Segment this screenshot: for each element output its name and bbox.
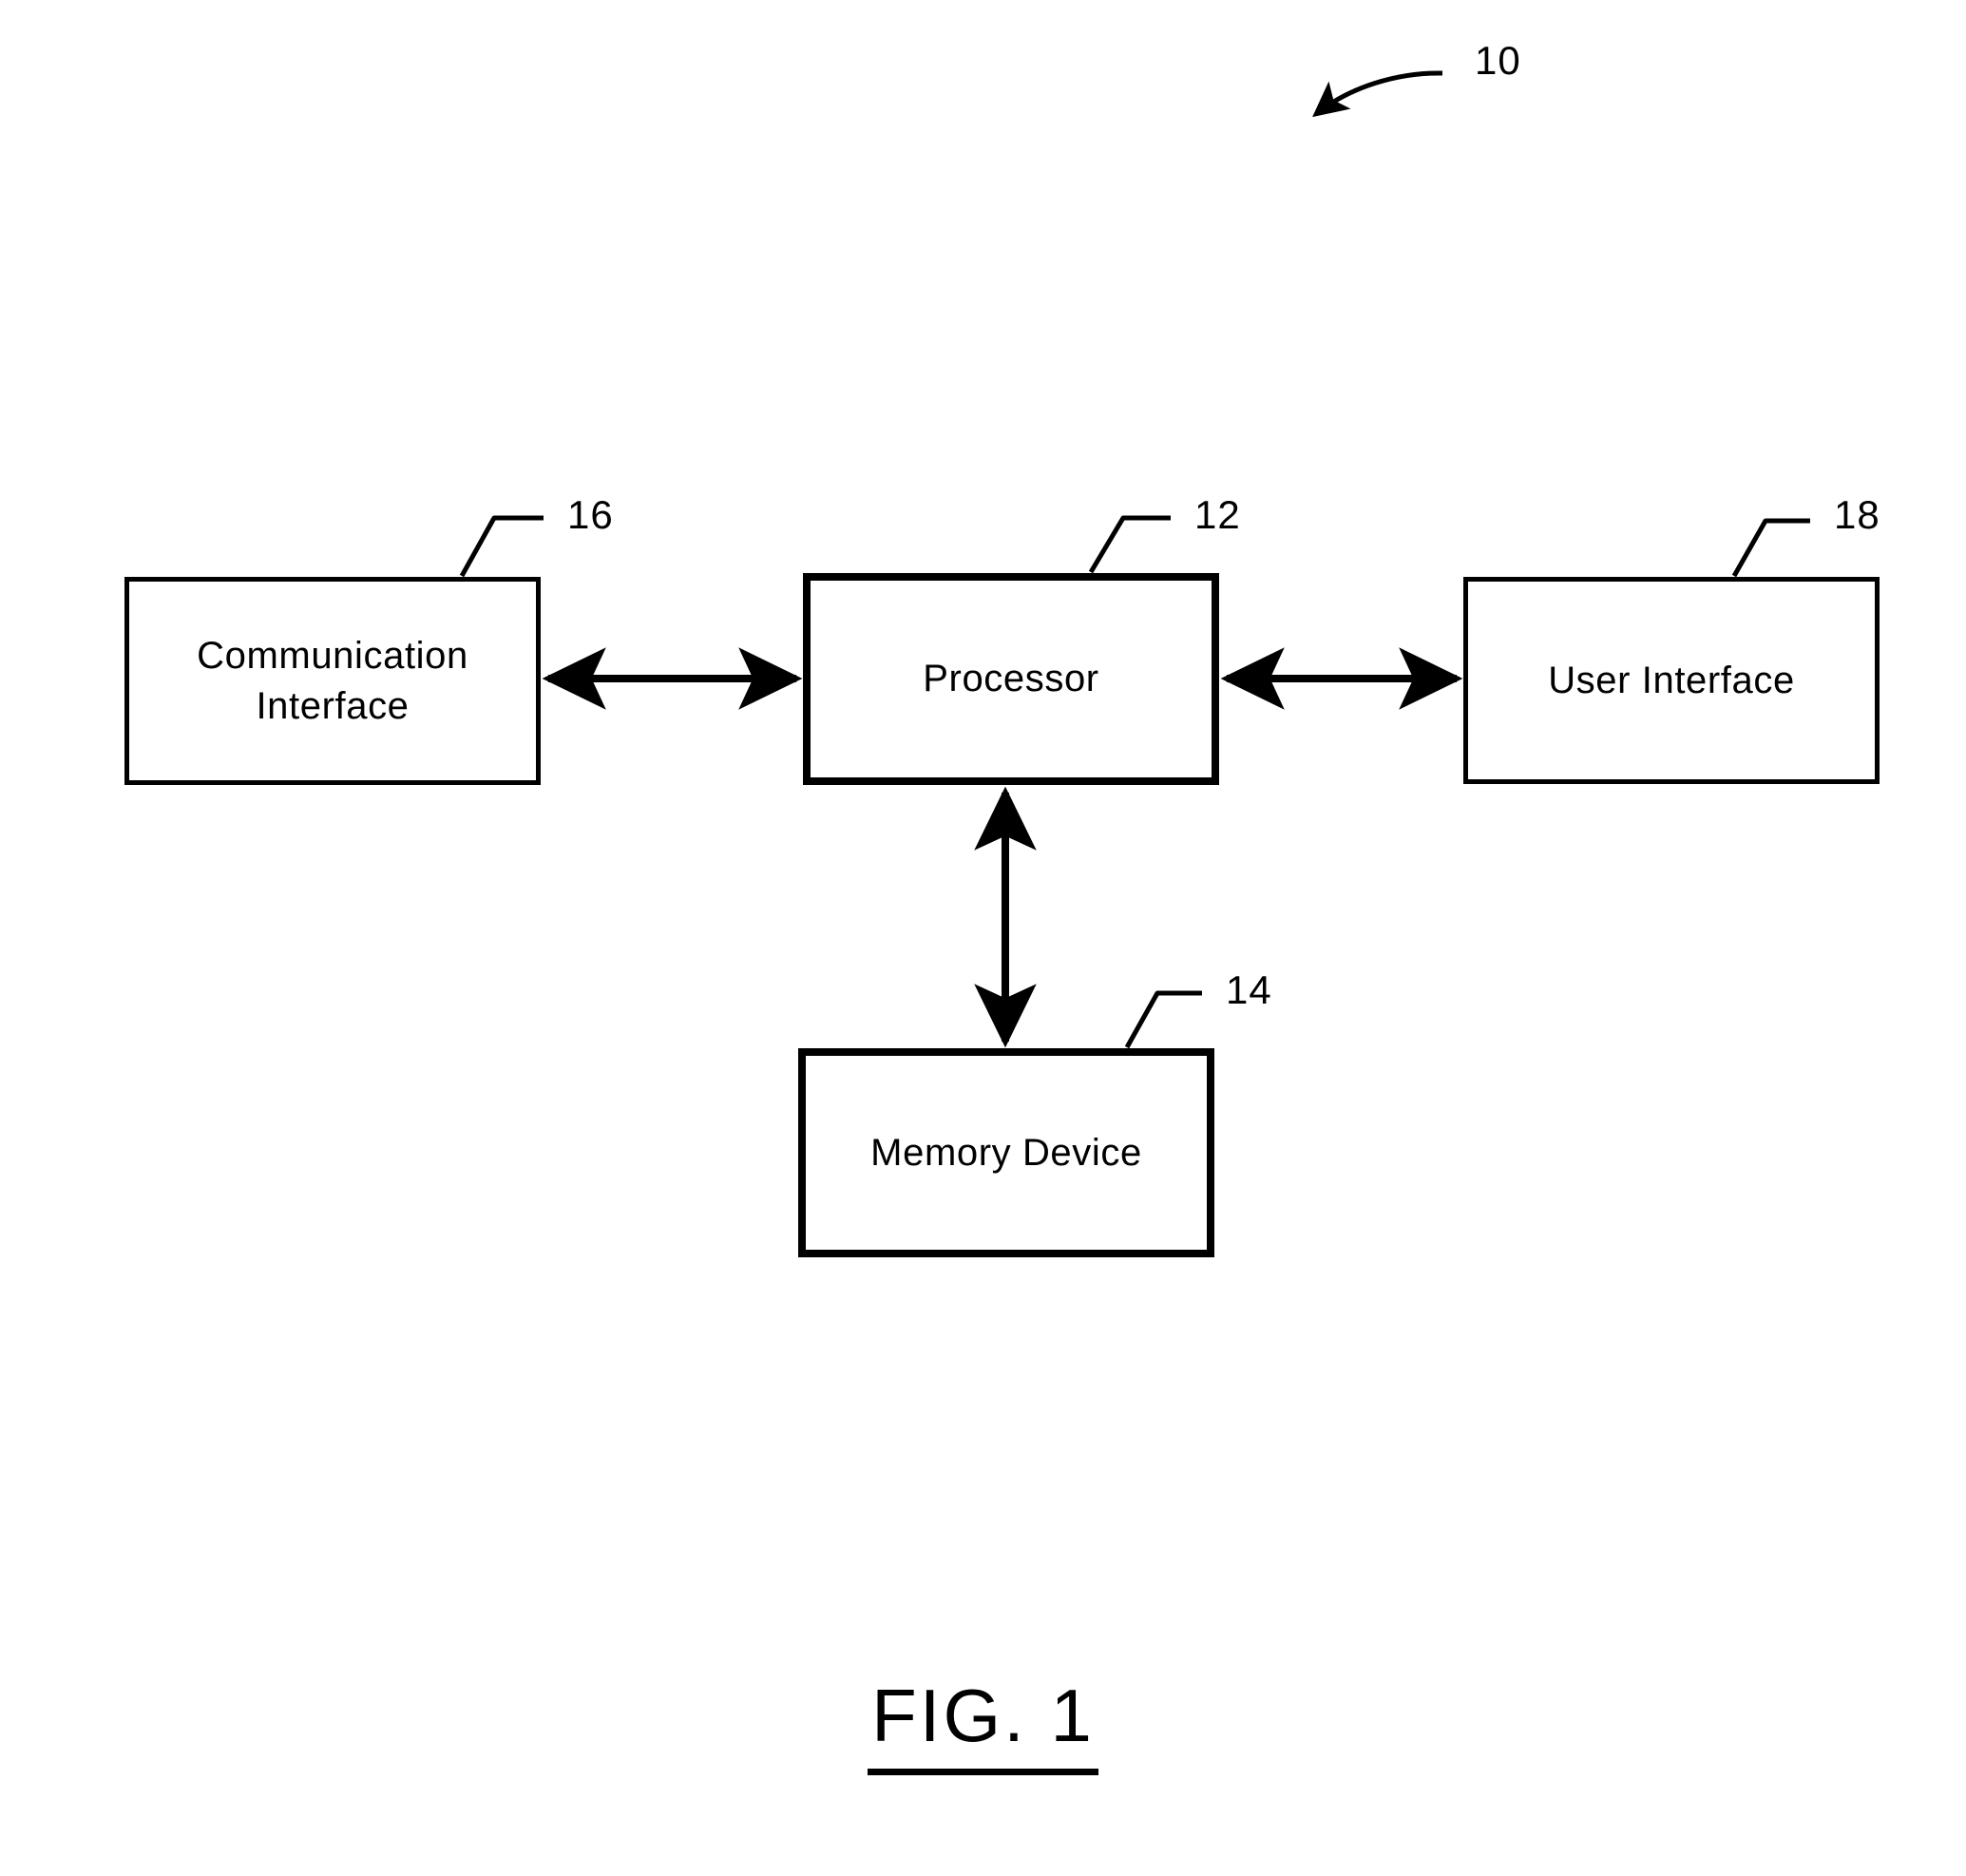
reference-number-10: 10 [1475,38,1521,83]
figure-vector-layer [459,70,1810,1049]
leader-line-16 [459,515,544,578]
node-label-memory-device: Memory Device [870,1131,1142,1174]
node-communication-interface[interactable]: Communication Interface [124,577,541,785]
leader-line-18 [1731,518,1810,578]
node-label-communication-interface: Communication Interface [197,634,468,727]
figure-caption: FIG. 1 [0,1673,1966,1775]
reference-number-16: 16 [567,492,614,537]
node-label-user-interface: User Interface [1548,659,1795,701]
leader-line-12 [1088,515,1171,574]
node-memory-device[interactable]: Memory Device [798,1048,1214,1257]
node-label-processor: Processor [923,658,1099,700]
patent-figure-1: 10 Communication Interface 16 Processor … [0,0,1966,1876]
node-processor[interactable]: Processor [803,573,1219,785]
leader-line-14 [1124,990,1202,1049]
node-user-interface[interactable]: User Interface [1463,577,1880,784]
reference-number-12: 12 [1194,492,1241,537]
figure-caption-text: FIG. 1 [868,1673,1098,1775]
system-leader-arrow [1312,70,1443,118]
reference-number-18: 18 [1834,492,1880,537]
reference-number-14: 14 [1226,967,1272,1012]
